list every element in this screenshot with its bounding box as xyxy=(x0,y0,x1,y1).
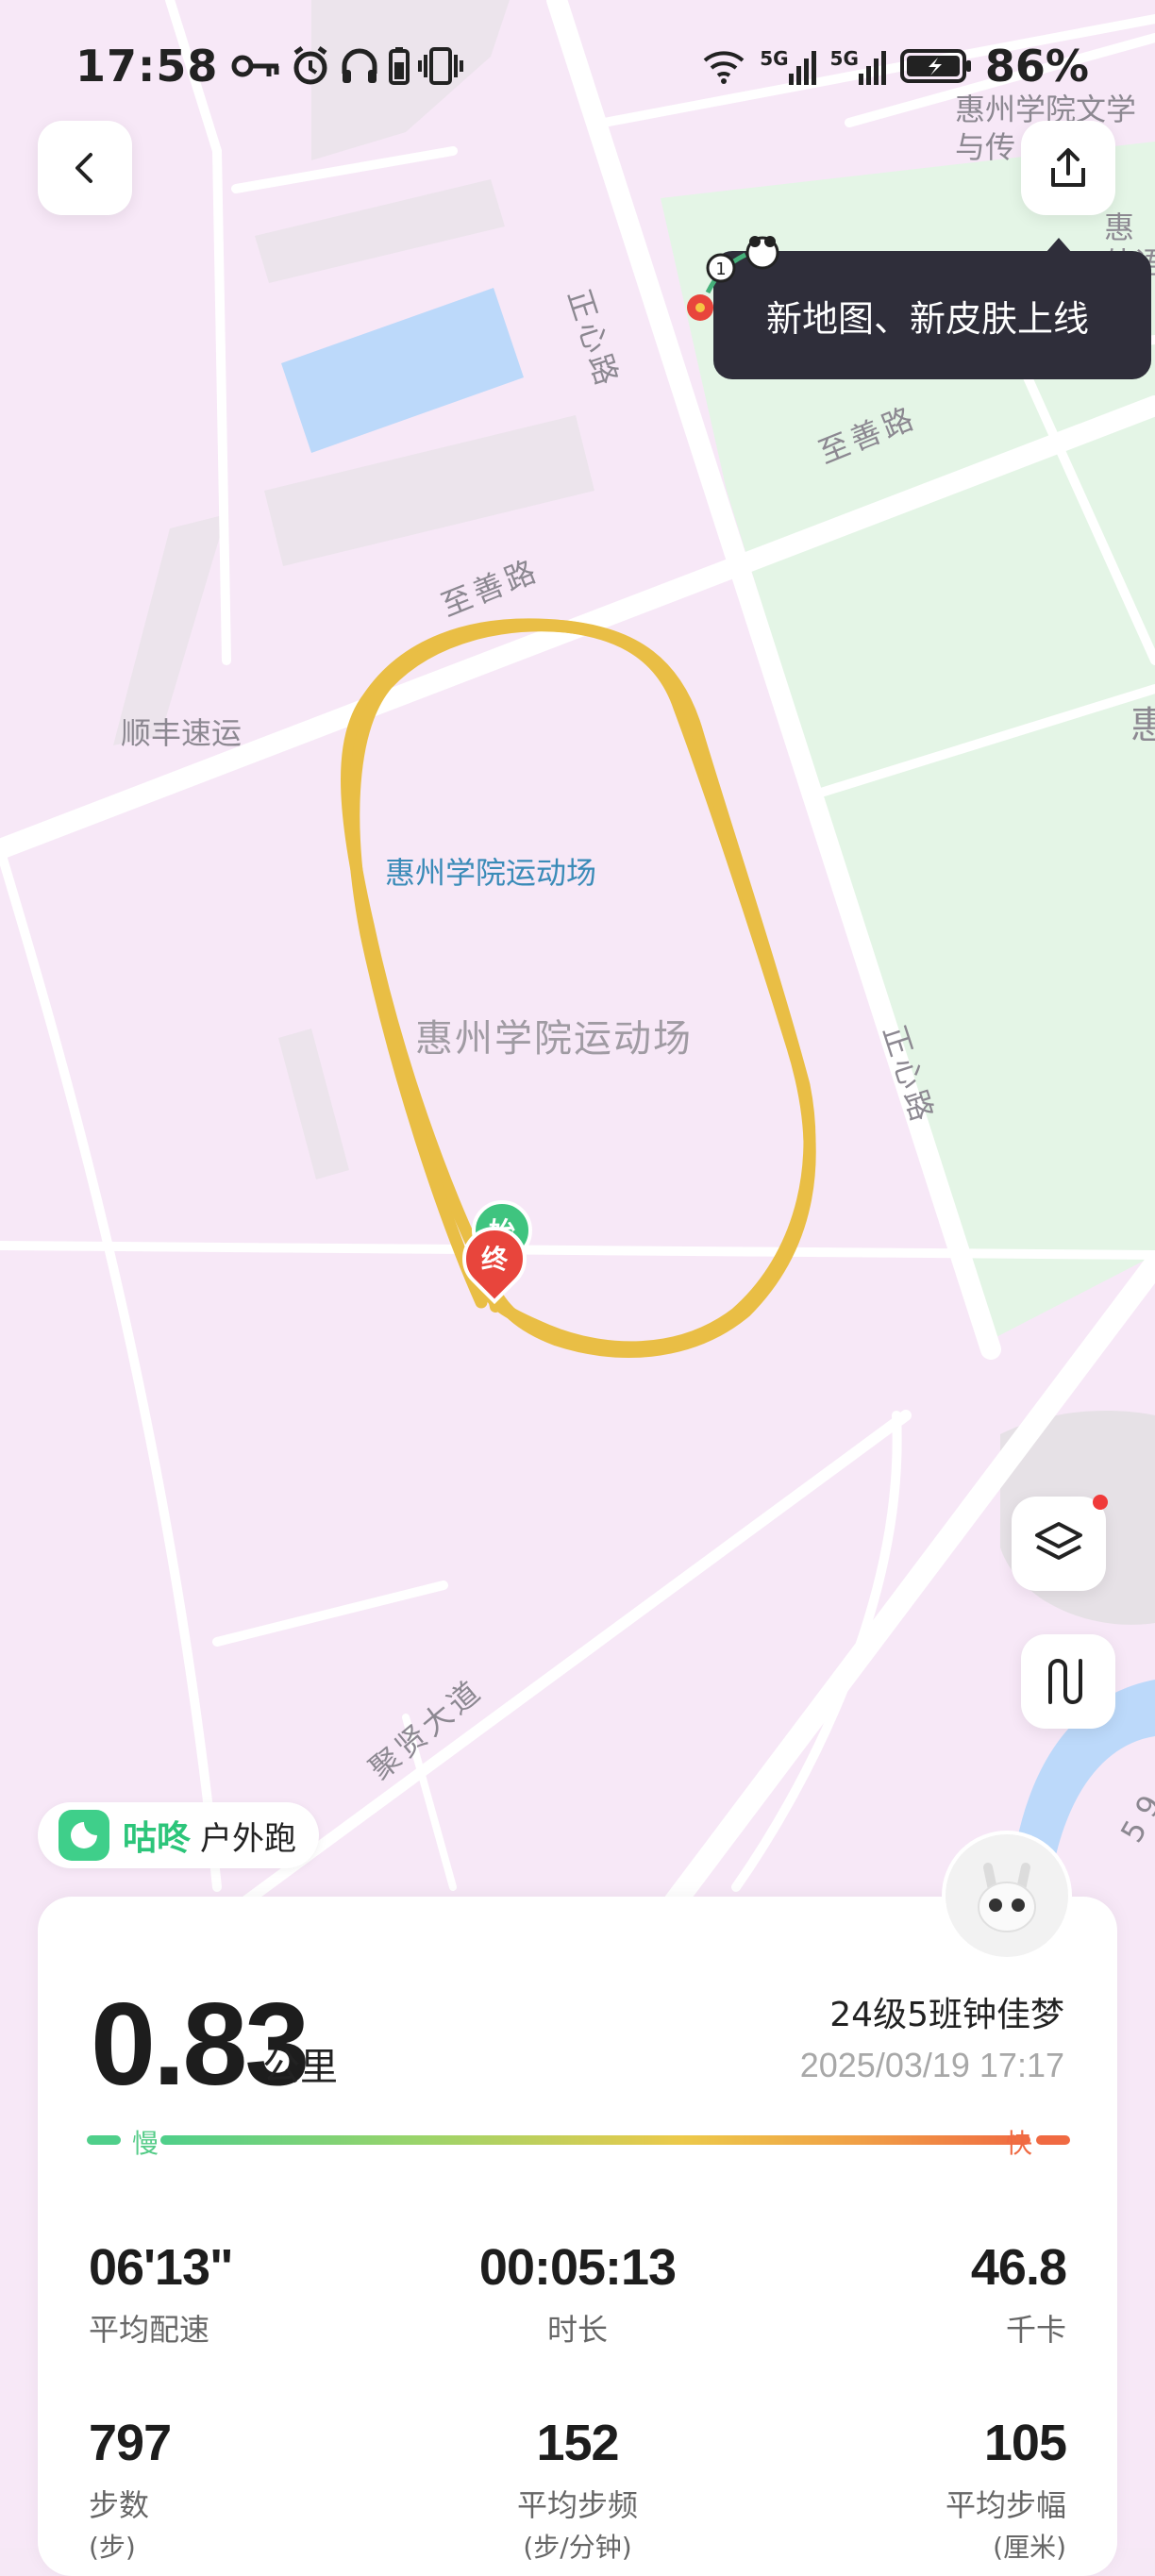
summary-card: 0.83 公里 24级5班钟佳梦 2025/03/19 17:17 慢 快 06… xyxy=(38,1831,1117,2576)
notification-dot xyxy=(1093,1495,1108,1510)
network-type: 5G xyxy=(829,47,859,70)
user-name: 24级5班钟佳梦 xyxy=(829,1996,1064,2034)
stat-value: 797 xyxy=(89,2415,172,2471)
activity-datetime: 2025/03/19 17:17 xyxy=(799,2046,1064,2084)
stat-unit: (步/分钟) xyxy=(523,2532,632,2563)
network-type: 5G xyxy=(760,47,789,70)
poi-label: 惠州学院运动场 xyxy=(385,855,597,891)
vibrate-icon xyxy=(418,47,464,85)
stat-cadence: 152 平均步频 (步/分钟) xyxy=(436,2414,719,2565)
distance-unit: 公里 xyxy=(262,2046,338,2089)
battery-small-icon xyxy=(389,47,410,85)
stat-calories: 46.8 千卡 xyxy=(970,2238,1067,2350)
brand-name: 咕咚 xyxy=(123,1819,192,1858)
signal-icon xyxy=(858,51,886,85)
mascot-icon: 1 xyxy=(687,236,779,321)
signal-icon xyxy=(788,51,816,85)
layers-icon xyxy=(1035,1522,1082,1560)
key-icon xyxy=(231,55,279,77)
stat-duration: 00:05:13 时长 xyxy=(436,2238,719,2350)
stat-value: 46.8 xyxy=(970,2239,1067,2296)
alarm-icon xyxy=(293,45,327,85)
stat-value: 06'13" xyxy=(89,2239,234,2296)
stat-value: 00:05:13 xyxy=(478,2239,677,2296)
wifi-icon xyxy=(703,51,745,84)
poi-label: 惠州学院运动场 xyxy=(415,1017,693,1061)
activity-type: 户外跑 xyxy=(200,1819,297,1858)
app-logo-icon xyxy=(59,1810,109,1861)
battery-percent: 86% xyxy=(984,41,1089,92)
stat-label: 步数 xyxy=(89,2487,150,2523)
stat-unit: (厘米) xyxy=(993,2532,1066,2563)
stat-unit: (步) xyxy=(89,2532,136,2563)
tooltip-text: 新地图、新皮肤上线 xyxy=(766,297,1090,340)
stat-stride: 105 平均步幅 (厘米) xyxy=(945,2414,1067,2565)
stat-label: 平均配速 xyxy=(89,2312,210,2348)
headphones-icon xyxy=(342,48,377,83)
avatar[interactable] xyxy=(942,1831,1072,1961)
stat-label: 时长 xyxy=(546,2312,608,2348)
route-button[interactable] xyxy=(1021,1634,1115,1729)
status-time: 17:58 xyxy=(75,41,219,92)
stat-steps: 797 步数 (步) xyxy=(89,2414,172,2565)
charging-battery-icon xyxy=(899,49,971,83)
new-feature-tooltip[interactable]: 新地图、新皮肤上线 1 xyxy=(687,236,1151,379)
stat-label: 千卡 xyxy=(1005,2312,1066,2348)
stat-value: 152 xyxy=(536,2415,619,2471)
stat-label: 平均步幅 xyxy=(945,2487,1066,2523)
end-marker-label: 终 xyxy=(480,1244,508,1275)
stat-label: 平均步频 xyxy=(516,2487,638,2523)
share-button[interactable] xyxy=(1021,121,1115,215)
pace-legend-slow: 慢 xyxy=(132,2128,159,2159)
svg-text:1: 1 xyxy=(715,259,726,279)
stat-avg-pace: 06'13" 平均配速 xyxy=(89,2238,234,2350)
layers-button[interactable] xyxy=(1012,1495,1108,1591)
poi-label: 惠 xyxy=(1130,704,1155,747)
back-button[interactable] xyxy=(38,121,132,215)
pace-legend-fast: 快 xyxy=(1005,2128,1032,2159)
poi-label: 顺丰速运 xyxy=(121,715,243,751)
pace-legend-slow-bar xyxy=(87,2135,121,2145)
chevron-left-icon xyxy=(75,153,92,183)
pace-legend-fast-bar xyxy=(1036,2135,1070,2145)
app-brand: 咕咚 户外跑 xyxy=(38,1802,320,1868)
status-bar: 17:58 5G 5G 86% xyxy=(75,36,1089,96)
stat-value: 105 xyxy=(983,2415,1067,2471)
route-icon xyxy=(1048,1659,1082,1704)
pace-gradient-bar xyxy=(160,2135,1030,2145)
avatar-icon xyxy=(978,1863,1036,1932)
share-icon xyxy=(1051,148,1085,187)
